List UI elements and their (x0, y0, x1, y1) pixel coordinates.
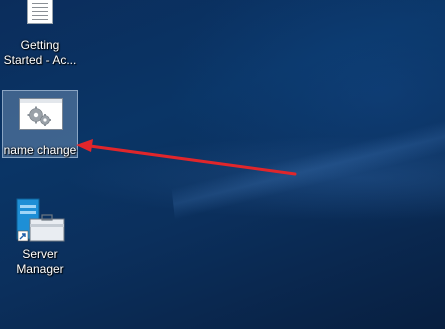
desktop-background[interactable]: Getting Started - Ac... name change Serv… (0, 0, 445, 329)
annotation-arrow (76, 139, 297, 176)
